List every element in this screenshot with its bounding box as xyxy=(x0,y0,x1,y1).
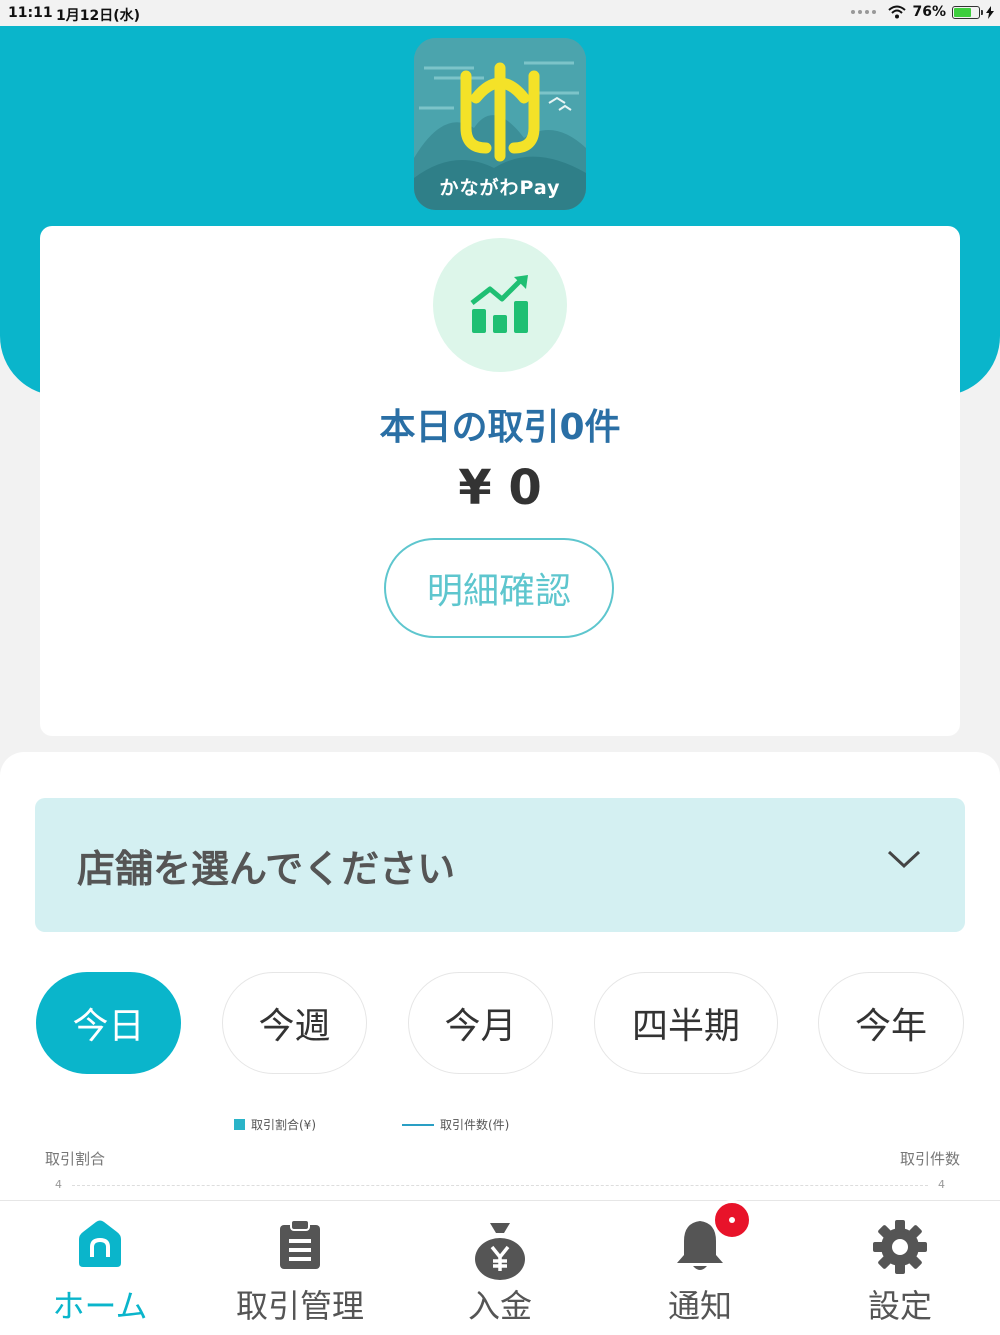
nav-notifications[interactable]: 通知 xyxy=(600,1201,800,1335)
nav-deposit-label: 入金 xyxy=(467,1287,532,1325)
money-bag-icon xyxy=(475,1223,525,1280)
today-transaction-count: 本日の取引0件 xyxy=(379,407,621,448)
tab-today[interactable]: 今日 xyxy=(36,972,181,1074)
battery-percent: 76% xyxy=(912,4,946,20)
battery-icon xyxy=(952,5,983,19)
nav-settings-label: 設定 xyxy=(867,1287,932,1325)
right-axis-label: 取引件数 xyxy=(899,1150,960,1168)
period-tabs: 今日 今週 今月 四半期 今年 xyxy=(0,972,1000,1076)
nav-notifications-label: 通知 xyxy=(667,1287,732,1325)
clipboard-icon xyxy=(280,1219,320,1269)
status-bar: 11:11 1月12日(水) 76% xyxy=(0,0,1000,26)
chart-circle xyxy=(433,238,567,372)
tab-this-year[interactable]: 今年 xyxy=(818,972,964,1074)
tab-quarter[interactable]: 四半期 xyxy=(594,972,778,1074)
signal-dots-icon xyxy=(851,10,877,14)
notification-badge xyxy=(712,1200,752,1240)
status-date: 1月12日(水) xyxy=(56,8,141,24)
right-tick: 4 xyxy=(938,1178,945,1191)
legend-line-swatch xyxy=(402,1123,434,1126)
nav-home[interactable]: ホーム xyxy=(0,1201,200,1335)
tab-this-week[interactable]: 今週 xyxy=(222,972,367,1074)
nav-settings[interactable]: 設定 xyxy=(800,1201,1000,1335)
legend-bar-label: 取引割合(¥) xyxy=(251,1118,316,1132)
home-icon xyxy=(79,1220,121,1267)
growth-chart-icon xyxy=(470,275,528,333)
legend-line: 取引件数(件) xyxy=(402,1116,509,1133)
store-select[interactable]: 店舗を選んでください xyxy=(35,798,965,932)
left-axis-label: 取引割合 xyxy=(45,1150,106,1168)
tab-this-month[interactable]: 今月 xyxy=(408,972,553,1074)
logo-caption: かながわPay xyxy=(439,177,561,199)
chevron-down-icon xyxy=(887,850,921,869)
legend-bar-swatch xyxy=(234,1119,245,1130)
left-tick: 4 xyxy=(55,1178,62,1191)
detail-button[interactable]: 明細確認 xyxy=(384,538,614,638)
nav-deposit[interactable]: 入金 xyxy=(400,1201,600,1335)
summary-card: 本日の取引0件 ¥ 0 明細確認 xyxy=(40,226,960,736)
store-select-placeholder: 店舗を選んでください xyxy=(77,847,456,891)
status-time: 11:11 xyxy=(8,5,53,21)
nav-home-label: ホーム xyxy=(52,1287,148,1325)
wifi-icon xyxy=(888,5,907,19)
bottom-nav: ホーム 取引管理 入金 通知 設定 xyxy=(0,1200,1000,1335)
gear-icon xyxy=(873,1220,927,1274)
app-logo: かながわPay xyxy=(414,38,586,210)
nav-transactions[interactable]: 取引管理 xyxy=(200,1201,400,1335)
analytics-panel: 店舗を選んでください 今日 今週 今月 四半期 今年 取引割合(¥) 取引件数(… xyxy=(0,752,1000,1212)
charging-icon xyxy=(986,5,994,19)
nav-transactions-label: 取引管理 xyxy=(235,1287,364,1325)
chart-gridline xyxy=(72,1185,928,1186)
status-indicators: 76% xyxy=(851,4,994,20)
today-amount: ¥ 0 xyxy=(458,460,542,516)
legend-line-label: 取引件数(件) xyxy=(440,1118,510,1132)
legend-bar: 取引割合(¥) xyxy=(234,1116,316,1133)
